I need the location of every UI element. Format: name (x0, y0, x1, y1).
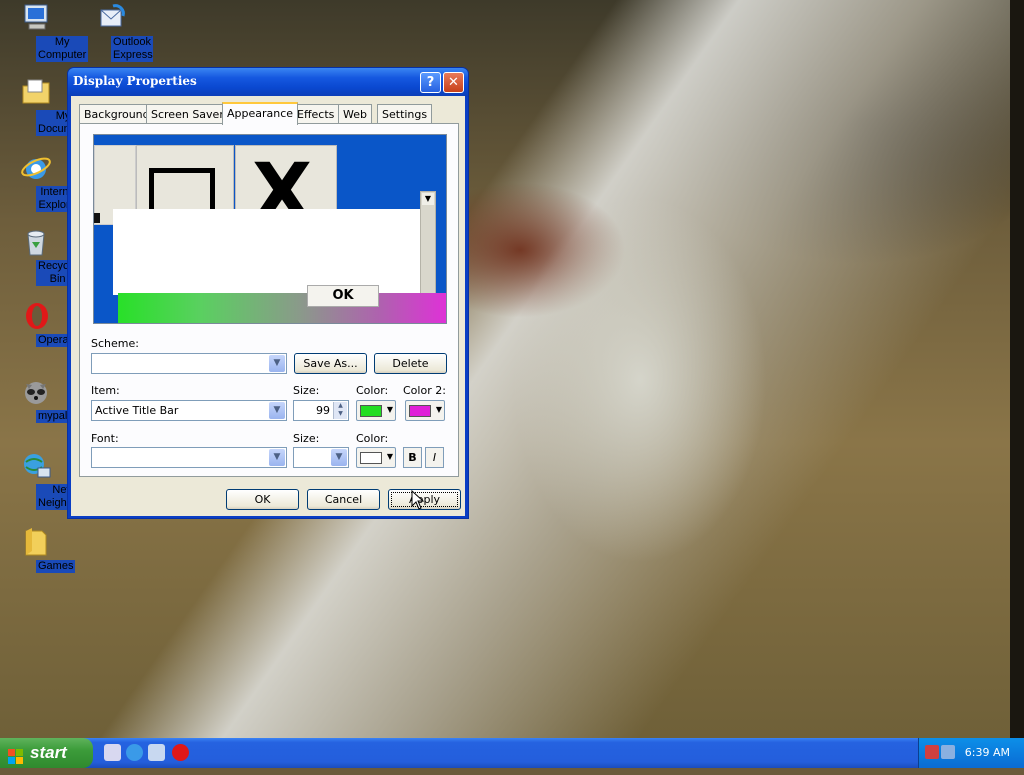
item-label: Item: (91, 384, 120, 397)
chevron-down-icon: ▼ (269, 402, 285, 419)
desktop-icon-recycle-bin[interactable]: Recycle Bin (0, 226, 80, 286)
chevron-down-icon: ▼ (269, 449, 285, 466)
outlook-icon (95, 2, 127, 34)
dropdown-arrow-icon: ▼ (386, 452, 393, 461)
tab-effects[interactable]: Effects (292, 104, 340, 124)
ok-button[interactable]: OK (226, 489, 299, 510)
dropdown-arrow-icon: ▼ (435, 405, 442, 414)
mouse-cursor-icon (411, 489, 425, 514)
preview-active-title-bar (118, 293, 446, 323)
desktop-icon-label: Outlook Express (111, 36, 153, 62)
desktop-icon-network[interactable]: Network Neighborhood (0, 450, 110, 510)
item-size-value: 99 (316, 404, 330, 417)
desktop-icon-internet-explorer[interactable]: Internet Explorer (0, 152, 82, 212)
save-as-button[interactable]: Save As... (294, 353, 367, 374)
delete-button[interactable]: Delete (374, 353, 447, 374)
spinner-arrows-icon[interactable]: ▲ ▼ (333, 402, 347, 419)
desktop-icon-label: My Computer (36, 36, 89, 62)
desktop-icon-mypal[interactable]: mypal (0, 376, 72, 423)
ie-quicklaunch-icon[interactable] (126, 744, 143, 761)
desktop-icon-my-documents[interactable]: My Document (0, 76, 91, 136)
tab-background[interactable]: Background (79, 104, 155, 124)
tray-app-icon[interactable] (925, 745, 939, 759)
start-label: start (30, 743, 67, 762)
tab-screen-saver[interactable]: Screen Saver (146, 104, 229, 124)
close-button[interactable]: ✕ (443, 72, 464, 93)
computer-icon (20, 2, 52, 34)
preview-edge (94, 213, 100, 223)
font-color-button[interactable]: ▼ (356, 447, 396, 468)
item-value: Active Title Bar (95, 404, 179, 417)
folder-icon (20, 526, 52, 558)
chevron-down-icon: ▼ (269, 355, 285, 372)
italic-toggle[interactable]: I (425, 447, 444, 468)
appearance-panel: X ▼ OK Scheme: ▼ Save As... Delete Item:… (79, 123, 459, 477)
desktop-icon-label: Opera (36, 334, 71, 347)
dialog-client-area: Background Screen Saver Appearance Effec… (71, 96, 465, 516)
desktop-icon-opera[interactable]: Opera (0, 300, 72, 347)
raccoon-icon (20, 376, 52, 408)
folder-icon (20, 76, 52, 108)
desktop-icon-outlook-express[interactable]: Outlook Express (75, 2, 153, 62)
font-color-label: Color: (356, 432, 389, 445)
item-color2-label: Color 2: (403, 384, 446, 397)
bold-toggle[interactable]: B (403, 447, 422, 468)
font-size-select[interactable]: ▼ (293, 447, 349, 468)
item-color2-swatch (409, 405, 431, 417)
item-color2-button[interactable]: ▼ (405, 400, 445, 421)
outlook-quicklaunch-icon[interactable] (148, 744, 165, 761)
tab-settings[interactable]: Settings (377, 104, 433, 124)
windows-flag-icon (8, 745, 24, 764)
item-color-swatch (360, 405, 382, 417)
font-color-swatch (360, 452, 382, 464)
ie-icon (20, 152, 52, 184)
desktop-icon-my-computer[interactable]: My Computer (0, 2, 89, 62)
network-icon (20, 450, 52, 482)
help-button[interactable]: ? (420, 72, 441, 93)
system-tray: 6:39 AM (918, 738, 1024, 768)
item-size-label: Size: (293, 384, 320, 397)
display-properties-dialog: Display Properties ? ✕ Background Screen… (67, 67, 469, 519)
font-label: Font: (91, 432, 119, 445)
item-color-button[interactable]: ▼ (356, 400, 396, 421)
item-size-spinner[interactable]: 99 ▲ ▼ (293, 400, 349, 421)
font-select[interactable]: ▼ (91, 447, 287, 468)
opera-icon (20, 300, 52, 332)
dropdown-arrow-icon: ▼ (386, 405, 393, 414)
preview-ok-button: OK (307, 285, 379, 307)
scheme-select[interactable]: ▼ (91, 353, 287, 374)
desktop-icon-games[interactable]: Games (0, 526, 76, 573)
show-desktop-icon[interactable] (104, 744, 121, 761)
chevron-down-icon: ▼ (331, 449, 347, 466)
item-color-label: Color: (356, 384, 389, 397)
clock[interactable]: 6:39 AM (965, 746, 1010, 759)
start-button[interactable]: start (0, 738, 93, 768)
dialog-title: Display Properties (73, 74, 197, 88)
desktop-icon-label: mypal (36, 410, 70, 423)
desktop-icon-label: Games (36, 560, 76, 573)
scroll-arrow-icon: ▼ (422, 193, 434, 205)
dialog-titlebar[interactable]: Display Properties ? ✕ (68, 68, 468, 96)
item-select[interactable]: Active Title Bar ▼ (91, 400, 287, 421)
scheme-label: Scheme: (91, 337, 139, 350)
tab-appearance[interactable]: Appearance (222, 102, 299, 125)
appearance-preview[interactable]: X ▼ OK (93, 134, 447, 324)
opera-quicklaunch-icon[interactable] (172, 744, 189, 761)
tab-web[interactable]: Web (338, 104, 372, 124)
taskbar: start 6:39 AM (0, 738, 1024, 768)
cancel-button[interactable]: Cancel (307, 489, 380, 510)
preview-window-body (113, 209, 421, 295)
tray-network-icon[interactable] (941, 745, 955, 759)
font-size-label: Size: (293, 432, 320, 445)
recycle-bin-icon (20, 226, 52, 258)
